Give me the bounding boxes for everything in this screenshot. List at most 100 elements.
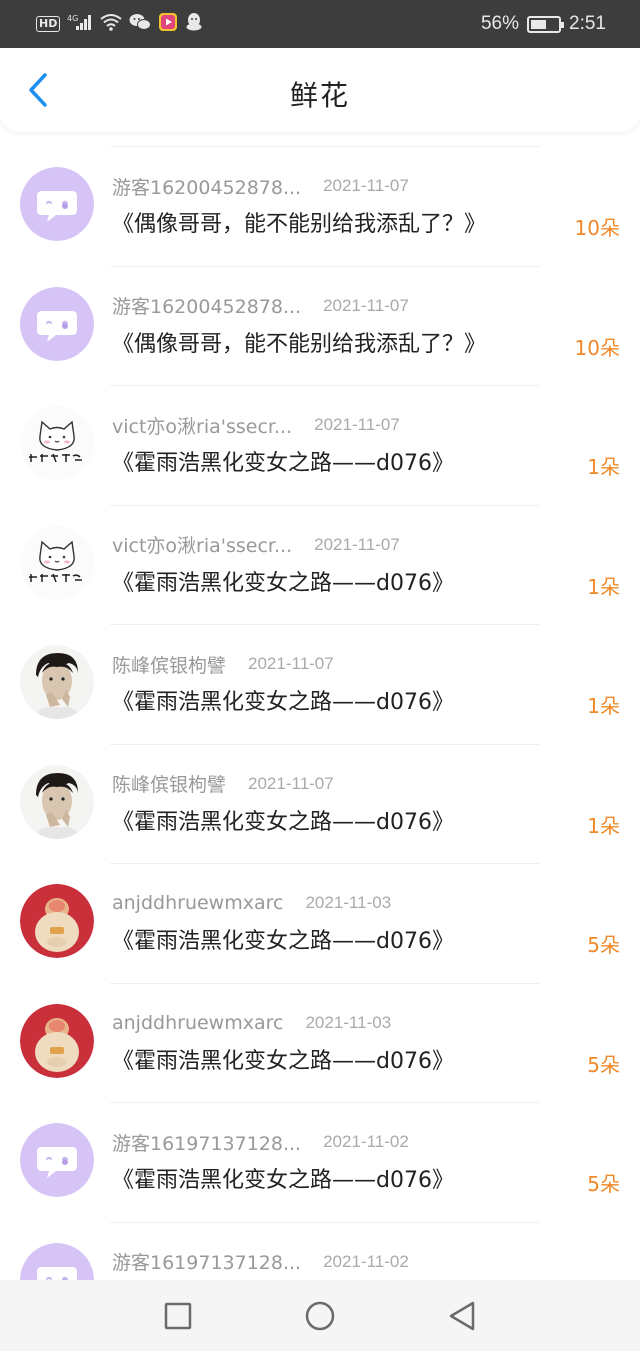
book-title: 《霍雨浩黑化变女之路——d076》 [112,690,454,715]
back-icon [449,1301,475,1330]
username: 游客16197137128... [112,1132,302,1155]
avatar[interactable] [20,884,94,958]
row-divider [110,863,540,864]
status-icons-right: 56% 2:51 [481,10,606,38]
flower-amount: 1朵 [587,455,620,479]
username: 陈峰傧银枸譬 [112,774,227,796]
book-title: 《霍雨浩黑化变女之路——d076》 [112,929,454,954]
date: 2021-11-07 [314,415,400,434]
recent-apps-icon [164,1302,192,1329]
network-type-label: 4G [67,14,78,23]
battery-level [531,19,546,29]
signal-icon: 4G [67,13,93,35]
row-meta: 陈峰傧银枸譬 2021-11-07 [112,772,334,797]
list-item[interactable]: 陈峰傧银枸譬 2021-11-07 《霍雨浩黑化变女之路——d076》 1朵 [0,743,640,864]
row-meta: vict亦o湫ria'ssecr... 2021-11-07 [112,533,400,558]
list-item[interactable]: 游客16200452878... 2021-11-07 《偶像哥哥，能不能别给我添乱… [0,146,640,266]
avatar[interactable] [20,1123,94,1197]
date: 2021-11-07 [248,654,334,673]
flower-record-list: 游客16200452878... 2021-11-07 《偶像哥哥，能不能别给我添乱… [0,146,640,1341]
row-divider [110,504,540,506]
date: 2021-11-03 [305,893,392,912]
avatar[interactable] [20,1003,94,1078]
cat-sketch-avatar [20,525,94,600]
wifi-icon [100,13,122,35]
book-title: 《霍雨浩黑化变女之路——d076》 [112,1168,454,1193]
portrait-avatar [20,764,94,839]
row-meta: 陈峰傧银枸譬 2021-11-07 [112,652,334,677]
status-bar: HD 4G 56% 2:51 [0,0,640,48]
row-divider [110,743,540,745]
date: 2021-11-07 [314,534,400,554]
list-item[interactable]: vict亦o湫ria'ssecr... 2021-11-07 《霍雨浩黑化变女之路—… [0,385,640,505]
username: 游客16200452878... [112,176,302,199]
battery-percent: 56% [480,13,520,34]
wechat-icon [129,13,152,35]
avatar[interactable] [20,286,94,361]
default-chat-avatar [20,286,94,361]
row-divider [110,1221,540,1223]
page-title: 鲜花 [289,79,350,112]
recent-apps-button[interactable] [107,1286,249,1346]
system-back-button[interactable] [391,1286,533,1346]
system-nav-bar [0,1280,640,1351]
list-item[interactable]: anjddhruewmxarc 2021-11-03 《霍雨浩黑化变女之路——d07… [0,982,640,1103]
avatar[interactable] [20,167,94,241]
home-icon [305,1301,335,1330]
list-item[interactable]: anjddhruewmxarc 2021-11-03 《霍雨浩黑化变女之路——d07… [0,863,640,983]
page-header: 鲜花 [0,48,640,132]
flower-amount: 5朵 [587,1052,620,1077]
row-meta: anjddhruewmxarc 2021-11-03 [112,891,391,915]
flower-amount: 1朵 [587,813,620,838]
video-app-icon [158,12,178,36]
status-icons-left: HD 4G [36,12,203,36]
list-item[interactable]: 游客16197137128... 2021-11-02 《霍雨浩黑化变女之路——d0… [0,1102,640,1222]
book-title: 《偶像哥哥，能不能别给我添乱了？》 [112,331,487,357]
username: anjddhruewmxarc [112,892,284,914]
list-item[interactable]: vict亦o湫ria'ssecr... 2021-11-07 《霍雨浩黑化变女之路—… [0,504,640,625]
avatar[interactable] [20,406,94,480]
flower-amount: 5朵 [587,933,620,957]
username: vict亦o湫ria'ssecr... [112,535,293,557]
cat-sketch-avatar [20,406,94,480]
date: 2021-11-07 [323,295,409,315]
battery-icon [527,15,565,33]
row-divider [110,624,540,625]
book-title: 《霍雨浩黑化变女之路——d076》 [112,451,454,476]
date: 2021-11-03 [305,1012,392,1032]
avatar[interactable] [20,764,94,839]
row-meta: 游客16200452878... 2021-11-07 [112,174,409,199]
username: 陈峰傧银枸譬 [112,654,227,677]
flower-amount: 1朵 [587,694,620,718]
row-divider [110,146,540,147]
date: 2021-11-07 [323,176,409,195]
flower-amount: 10朵 [574,335,620,360]
list-item[interactable]: 陈峰傧银枸譬 2021-11-07 《霍雨浩黑化变女之路——d076》 1朵 [0,624,640,744]
list-item[interactable]: 游客16200452878... 2021-11-07 《偶像哥哥，能不能别给我添乱… [0,265,640,386]
username: 游客16197137128... [112,1252,302,1274]
row-meta: vict亦o湫ria'ssecr... 2021-11-07 [112,413,400,438]
avatar[interactable] [20,645,94,719]
row-meta: 游客16200452878... 2021-11-07 [112,294,409,319]
date: 2021-11-02 [323,1132,409,1151]
home-button[interactable] [249,1286,391,1346]
book-title: 《霍雨浩黑化变女之路——d076》 [112,809,454,835]
qq-icon [185,12,203,36]
flower-amount: 10朵 [574,216,620,240]
row-divider [110,265,540,267]
book-title: 《霍雨浩黑化变女之路——d076》 [112,570,454,596]
row-meta: anjddhruewmxarc 2021-11-03 [112,1011,391,1035]
row-meta: 游客16197137128... 2021-11-02 [112,1250,409,1275]
flower-amount: 1朵 [587,574,620,599]
row-divider [110,385,540,386]
figurine-avatar [20,1003,94,1078]
book-title: 《偶像哥哥，能不能别给我添乱了？》 [112,212,487,237]
row-meta: 游客16197137128... 2021-11-02 [112,1130,409,1155]
figurine-avatar [20,884,94,958]
avatar[interactable] [20,525,94,600]
portrait-avatar [20,645,94,719]
username: anjddhruewmxarc [112,1011,284,1034]
clock: 2:51 [569,13,606,34]
date: 2021-11-02 [323,1251,409,1271]
row-divider [110,1102,540,1103]
